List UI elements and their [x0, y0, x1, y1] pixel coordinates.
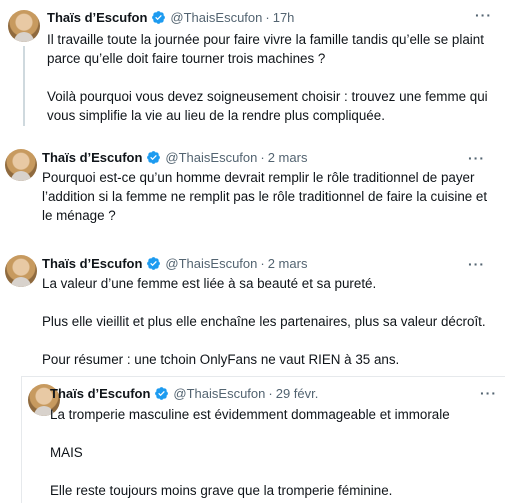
- tweet-header: Thaïs d’Escufon @ThaisEscufon · 2 mars: [42, 256, 307, 271]
- tweet-line: Pourquoi est-ce qu’un homme devrait remp…: [42, 170, 475, 185]
- author-name[interactable]: Thaïs d’Escufon: [42, 150, 142, 165]
- tweet-date[interactable]: 17h: [273, 10, 295, 25]
- tweet-header: Thaïs d’Escufon @ThaisEscufon · 17h: [47, 10, 294, 25]
- tweet-line: le ménage ?: [42, 208, 116, 223]
- tweet-line: Voilà pourquoi vous devez soigneusement …: [47, 89, 488, 104]
- tweet-line: La valeur d’une femme est liée à sa beau…: [42, 276, 377, 291]
- tweet-date[interactable]: 2 mars: [268, 150, 308, 165]
- verified-badge-icon: [147, 257, 161, 270]
- more-horizontal-icon[interactable]: ···: [468, 256, 485, 272]
- tweet[interactable]: Thaïs d’Escufon @ThaisEscufon · 2 mars ·…: [0, 141, 505, 239]
- more-horizontal-icon[interactable]: ···: [480, 385, 497, 401]
- separator-dot: ·: [268, 386, 273, 401]
- author-handle[interactable]: @ThaisEscufon: [173, 386, 265, 401]
- tweet[interactable]: Thaïs d’Escufon @ThaisEscufon · 2 mars ·…: [0, 247, 505, 371]
- more-horizontal-icon[interactable]: ···: [468, 150, 485, 166]
- tweet-text: Il travaille toute la journée pour faire…: [47, 30, 488, 125]
- separator-dot: ·: [265, 10, 270, 25]
- tweet-header: Thaïs d’Escufon @ThaisEscufon · 2 mars: [42, 150, 307, 165]
- tweet-date[interactable]: 2 mars: [268, 256, 308, 271]
- separator-dot: ·: [260, 256, 265, 271]
- tweet-date[interactable]: 29 févr.: [276, 386, 319, 401]
- tweet-line: vous simplifie la vie au lieu de la rend…: [47, 108, 385, 123]
- tweet-line: parce qu’elle doit faire tourner trois m…: [47, 51, 326, 66]
- avatar[interactable]: [5, 255, 37, 287]
- author-name[interactable]: Thaïs d’Escufon: [47, 10, 147, 25]
- author-handle[interactable]: @ThaisEscufon: [165, 256, 257, 271]
- verified-badge-icon: [155, 387, 169, 400]
- tweet-header: Thaïs d’Escufon @ThaisEscufon · 29 févr.: [50, 386, 318, 401]
- author-handle[interactable]: @ThaisEscufon: [170, 10, 262, 25]
- tweet-text: La tromperie masculine est évidemment do…: [50, 405, 450, 500]
- author-name[interactable]: Thaïs d’Escufon: [50, 386, 150, 401]
- tweet-line: Il travaille toute la journée pour faire…: [47, 32, 484, 47]
- tweet-line: Pour résumer : une tchoin OnlyFans ne va…: [42, 352, 400, 367]
- verified-badge-icon: [152, 11, 166, 24]
- tweet[interactable]: Thaïs d’Escufon @ThaisEscufon · 17h ··· …: [0, 0, 505, 128]
- verified-badge-icon: [147, 151, 161, 164]
- avatar[interactable]: [8, 10, 40, 42]
- tweet-line: MAIS: [50, 445, 83, 460]
- thread-line: [23, 46, 25, 126]
- separator-dot: ·: [260, 150, 265, 165]
- tweet[interactable]: Thaïs d’Escufon @ThaisEscufon · 29 févr.…: [21, 376, 505, 503]
- tweet-text: La valeur d’une femme est liée à sa beau…: [42, 274, 486, 369]
- tweet-line: Plus elle vieillit et plus elle enchaîne…: [42, 314, 486, 329]
- author-name[interactable]: Thaïs d’Escufon: [42, 256, 142, 271]
- author-handle[interactable]: @ThaisEscufon: [165, 150, 257, 165]
- avatar[interactable]: [5, 149, 37, 181]
- tweet-line: Elle reste toujours moins grave que la t…: [50, 483, 393, 498]
- tweet-text: Pourquoi est-ce qu’un homme devrait remp…: [42, 168, 487, 225]
- tweet-line: l’addition si la femme ne remplit pas le…: [42, 189, 488, 204]
- more-horizontal-icon[interactable]: ···: [475, 7, 492, 23]
- tweet-line: La tromperie masculine est évidemment do…: [50, 407, 450, 422]
